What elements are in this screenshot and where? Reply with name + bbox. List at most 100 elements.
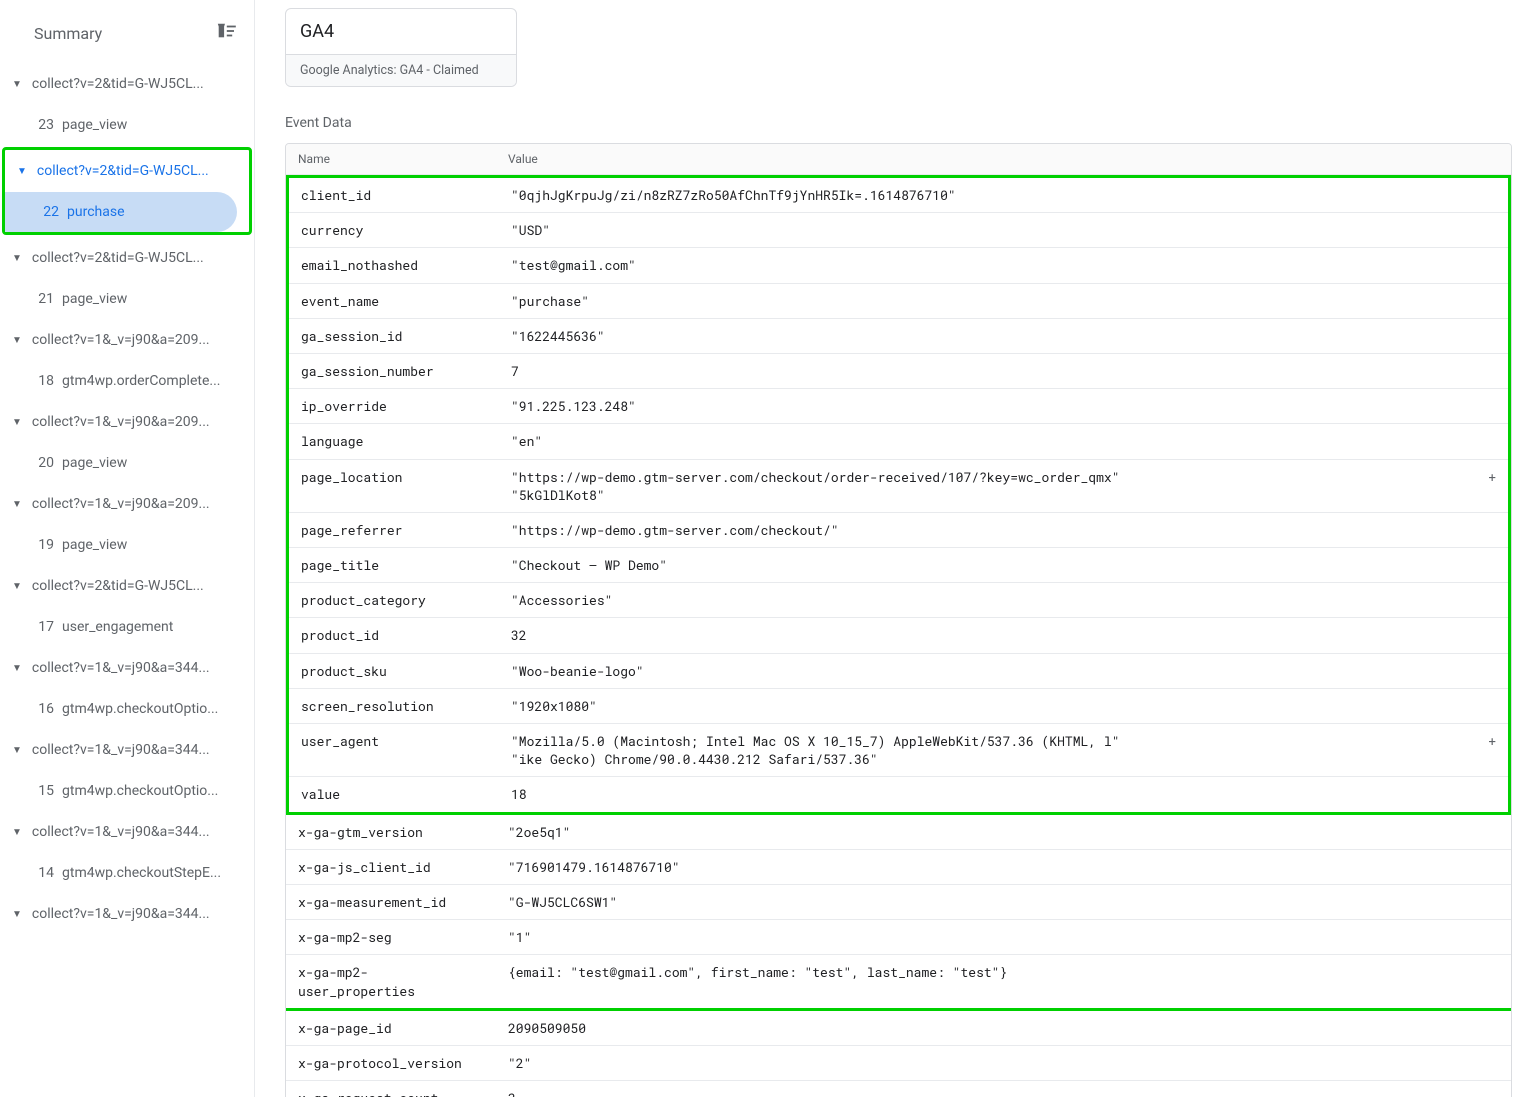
param-name: page_referrer — [289, 513, 499, 547]
table-row[interactable]: x-ga-js_client_id"716901479.1614876710" — [286, 850, 1511, 885]
table-row[interactable]: client_id"0qjhJgKrpuJg/zi/n8zRZ7zRo50AfC… — [289, 178, 1508, 213]
table-row[interactable]: ip_override"91.225.123.248" — [289, 389, 1508, 424]
table-row[interactable]: event_name"purchase" — [289, 284, 1508, 319]
request-group-label: collect?v=1&_v=j90&a=209... — [32, 414, 244, 430]
request-group[interactable]: ▼collect?v=1&_v=j90&a=344... — [0, 893, 254, 935]
event-index: 16 — [34, 701, 54, 717]
param-name: x-ga-gtm_version — [286, 815, 496, 849]
event-item[interactable]: 20page_view — [0, 443, 242, 483]
event-item[interactable]: 17 user_engagement — [0, 607, 242, 647]
table-row[interactable]: x-ga-request_count3 — [286, 1081, 1511, 1097]
param-value: "1" — [496, 920, 1511, 954]
sidebar: Summary ▼collect?v=2&tid=G-WJ5CL...23pag… — [0, 0, 255, 1097]
request-group[interactable]: ▼collect?v=2&tid=G-WJ5CL... — [0, 237, 254, 279]
request-group[interactable]: ▼collect?v=2&tid=G-WJ5CL... — [0, 565, 254, 607]
request-group-label: collect?v=1&_v=j90&a=209... — [32, 332, 244, 348]
event-item[interactable]: 18 gtm4wp.orderComplete... — [0, 361, 242, 401]
request-group[interactable]: ▼ collect?v=1&_v=j90&a=344... — [0, 729, 254, 771]
request-group[interactable]: ▼collect?v=1&_v=j90&a=344... — [0, 647, 254, 689]
table-row[interactable]: email_nothashed"test@gmail.com" — [289, 248, 1508, 283]
table-header-name: Name — [286, 144, 496, 174]
clear-all-icon[interactable] — [214, 22, 236, 45]
table-row[interactable]: x-ga-protocol_version"2" — [286, 1046, 1511, 1081]
event-item[interactable]: 21 page_view — [0, 279, 242, 319]
table-row[interactable]: product_id32 — [289, 618, 1508, 653]
event-item[interactable]: 19 page_view — [0, 525, 242, 565]
event-label: user_engagement — [62, 619, 173, 635]
param-name: page_location — [289, 460, 499, 512]
table-row[interactable]: x-ga-gtm_version"2oe5q1" — [286, 815, 1511, 850]
request-group-label: collect?v=1&_v=j90&a=344... — [32, 742, 244, 758]
param-name: product_sku — [289, 654, 499, 688]
event-label: page_view — [62, 291, 127, 307]
table-row[interactable]: product_sku"Woo-beanie-logo" — [289, 654, 1508, 689]
param-value: "purchase" — [499, 284, 1508, 318]
event-item[interactable]: 16gtm4wp.checkoutOptio... — [0, 689, 242, 729]
table-row[interactable]: screen_resolution"1920x1080" — [289, 689, 1508, 724]
table-row[interactable]: page_location"https://wp-demo.gtm-server… — [289, 460, 1508, 513]
event-data-heading: Event Data — [285, 115, 1512, 131]
chevron-down-icon: ▼ — [17, 166, 27, 177]
param-name: event_name — [289, 284, 499, 318]
request-group[interactable]: ▼ collect?v=1&_v=j90&a=209... — [0, 483, 254, 525]
chevron-down-icon: ▼ — [12, 745, 22, 756]
event-label: gtm4wp.checkoutStepE... — [62, 865, 221, 881]
param-value: "en" — [499, 424, 1508, 458]
request-group[interactable]: ▼ collect?v=1&_v=j90&a=209... — [0, 319, 254, 361]
param-value: "G-WJ5CLC6SW1" — [496, 885, 1511, 919]
summary-title: Summary — [34, 24, 102, 43]
table-row[interactable]: page_title"Checkout — WP Demo" — [289, 548, 1508, 583]
param-value: "Checkout — WP Demo" — [499, 548, 1508, 582]
table-row[interactable]: x-ga-page_id2090509050 — [286, 1011, 1511, 1046]
chevron-down-icon: ▼ — [12, 581, 22, 592]
event-index: 23 — [34, 117, 54, 133]
param-value: "2" — [496, 1046, 1511, 1080]
table-header-value: Value — [496, 144, 1511, 174]
param-value: "test@gmail.com" — [499, 248, 1508, 282]
param-value: "USD" — [499, 213, 1508, 247]
table-row[interactable]: user_agent"Mozilla/5.0 (Macintosh; Intel… — [289, 724, 1508, 777]
table-row[interactable]: x-ga-mp2-seg"1" — [286, 920, 1511, 955]
event-index: 21 — [34, 291, 54, 307]
event-item[interactable]: 15gtm4wp.checkoutOptio... — [0, 771, 242, 811]
table-row[interactable]: value18 — [289, 777, 1508, 811]
event-item[interactable]: 22 purchase — [5, 192, 237, 232]
table-row[interactable]: page_referrer"https://wp-demo.gtm-server… — [289, 513, 1508, 548]
chevron-down-icon: ▼ — [12, 499, 22, 510]
event-index: 14 — [34, 865, 54, 881]
request-group-label: collect?v=1&_v=j90&a=209... — [32, 496, 244, 512]
request-group[interactable]: ▼collect?v=2&tid=G-WJ5CL... — [0, 63, 254, 105]
table-row[interactable]: language"en" — [289, 424, 1508, 459]
table-row[interactable]: ga_session_id"1622445636" — [289, 319, 1508, 354]
param-value: "Woo-beanie-logo" — [499, 654, 1508, 688]
event-item[interactable]: 23page_view — [0, 105, 242, 145]
table-row[interactable]: ga_session_number7 — [289, 354, 1508, 389]
event-index: 19 — [34, 537, 54, 553]
event-item[interactable]: 14 gtm4wp.checkoutStepE... — [0, 853, 242, 893]
event-label: purchase — [67, 204, 125, 220]
param-value: "Accessories" — [499, 583, 1508, 617]
request-group[interactable]: ▼collect?v=1&_v=j90&a=344... — [0, 811, 254, 853]
param-name: currency — [289, 213, 499, 247]
request-group[interactable]: ▼ collect?v=1&_v=j90&a=209... — [0, 401, 254, 443]
request-group[interactable]: ▼collect?v=2&tid=G-WJ5CL... — [5, 150, 249, 192]
sidebar-header: Summary — [0, 0, 254, 63]
param-value: 7 — [499, 354, 1508, 388]
event-index: 17 — [34, 619, 54, 635]
tag-card[interactable]: GA4 Google Analytics: GA4 - Claimed — [285, 8, 517, 87]
tag-subtitle: Google Analytics: GA4 - Claimed — [286, 54, 516, 86]
event-label: gtm4wp.orderComplete... — [62, 373, 220, 389]
event-index: 22 — [39, 204, 59, 220]
table-row[interactable]: x-ga-measurement_id"G-WJ5CLC6SW1" — [286, 885, 1511, 920]
param-name: product_category — [289, 583, 499, 617]
table-row[interactable]: product_category"Accessories" — [289, 583, 1508, 618]
table-row[interactable]: x-ga-mp2-user_properties{email: "test@gm… — [286, 955, 1511, 1010]
chevron-down-icon: ▼ — [12, 335, 22, 346]
event-index: 18 — [34, 373, 54, 389]
table-row[interactable]: currency"USD" — [289, 213, 1508, 248]
event-label: page_view — [62, 537, 127, 553]
chevron-down-icon: ▼ — [12, 663, 22, 674]
param-name: ga_session_id — [289, 319, 499, 353]
chevron-down-icon: ▼ — [12, 417, 22, 428]
param-name: x-ga-mp2-seg — [286, 920, 496, 954]
